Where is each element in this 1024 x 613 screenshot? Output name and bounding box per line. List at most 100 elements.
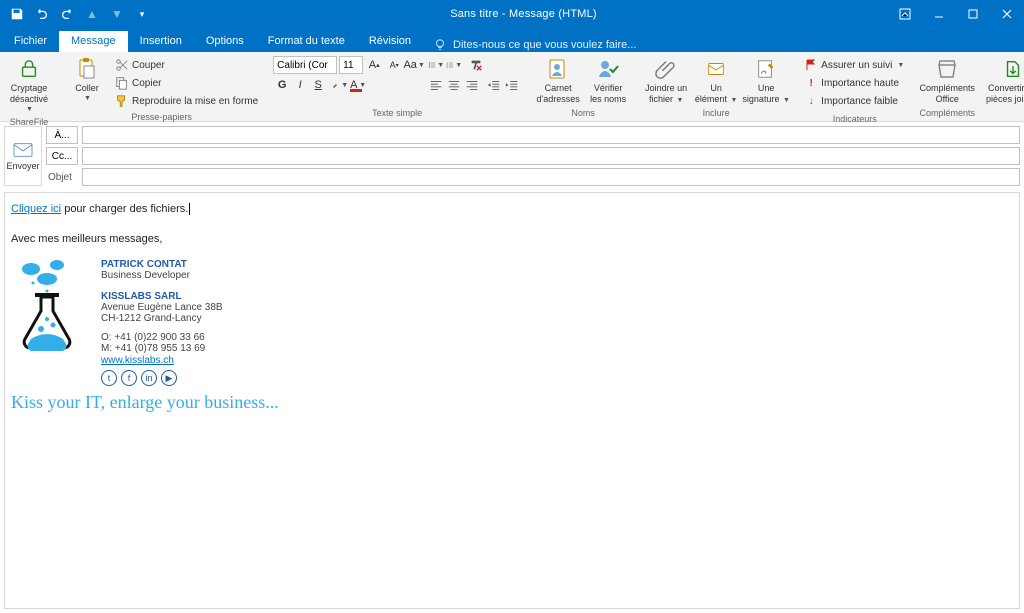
- tell-me-search[interactable]: Dites-nous ce que vous voulez faire...: [423, 38, 646, 52]
- paste-button[interactable]: Coller ▼: [62, 54, 112, 110]
- maximize-icon[interactable]: [956, 0, 990, 28]
- low-importance-button[interactable]: ↓ Importance faible: [803, 92, 906, 110]
- address-book-button[interactable]: Carnet d'adresses: [533, 54, 583, 106]
- attach-item-icon: [701, 56, 731, 82]
- align-center-icon[interactable]: [445, 76, 463, 94]
- tab-options[interactable]: Options: [194, 31, 256, 52]
- facebook-icon[interactable]: f: [121, 370, 137, 386]
- convert-icon: [998, 56, 1024, 82]
- decrease-indent-icon[interactable]: [485, 76, 503, 94]
- upload-line: Cliquez ici pour charger des fichiers.: [11, 203, 1013, 215]
- subject-input[interactable]: [82, 168, 1020, 186]
- ribbon-display-icon[interactable]: [888, 0, 922, 28]
- cc-button[interactable]: Cc...: [46, 147, 78, 165]
- save-icon[interactable]: [6, 3, 28, 25]
- font-size-input[interactable]: [339, 56, 363, 74]
- youtube-icon[interactable]: ▶: [161, 370, 177, 386]
- increase-indent-icon[interactable]: [503, 76, 521, 94]
- paperclip-icon: [651, 56, 681, 82]
- italic-icon[interactable]: I: [291, 76, 309, 94]
- font-name-input[interactable]: [273, 56, 337, 74]
- sig-url-link[interactable]: www.kisslabs.ch: [101, 355, 174, 366]
- tab-insertion[interactable]: Insertion: [128, 31, 194, 52]
- cc-input[interactable]: [82, 147, 1020, 165]
- sig-company: KISSLABS SARL: [101, 291, 223, 302]
- send-button[interactable]: Envoyer: [4, 126, 42, 186]
- next-item-icon[interactable]: ▼: [106, 3, 128, 25]
- align-right-icon[interactable]: [463, 76, 481, 94]
- attach-file-button[interactable]: Joindre un fichier ▼: [641, 54, 691, 106]
- group-label-sharefile1: ShareFile: [0, 115, 58, 130]
- sig-addr2: CH-1212 Grand-Lancy: [101, 313, 223, 324]
- upload-link[interactable]: Cliquez ici: [11, 203, 61, 215]
- group-names: Carnet d'adresses Vérifier les noms Noms: [529, 52, 637, 121]
- qat-customize-icon[interactable]: ▾: [131, 3, 153, 25]
- format-painter-button[interactable]: Reproduire la mise en forme: [112, 92, 261, 110]
- tab-format[interactable]: Format du texte: [256, 31, 357, 52]
- font-color-icon[interactable]: A▼: [349, 76, 367, 94]
- grow-font-icon[interactable]: A▴: [365, 56, 383, 74]
- clear-format-icon[interactable]: [467, 56, 485, 74]
- message-body-editor[interactable]: Cliquez ici pour charger des fichiers. A…: [4, 192, 1020, 609]
- group-include: Joindre un fichier ▼ Un élément ▼ Une si…: [637, 52, 795, 121]
- cut-button[interactable]: Couper: [112, 56, 261, 74]
- check-names-icon: [593, 56, 623, 82]
- sig-addr1: Avenue Eugène Lance 38B: [101, 302, 223, 313]
- high-importance-button[interactable]: ! Importance haute: [803, 74, 906, 92]
- check-names-button[interactable]: Vérifier les noms: [583, 54, 633, 106]
- scissors-icon: [115, 58, 129, 72]
- group-label-sharefile2: ShareFile: [980, 116, 1024, 131]
- tab-review[interactable]: Révision: [357, 31, 423, 52]
- group-label-names: Noms: [529, 106, 637, 121]
- text-cursor: [189, 203, 190, 215]
- convert-attachments-button[interactable]: Convertir les pièces jointes: [984, 54, 1024, 116]
- group-label-include: Inclure: [637, 106, 795, 121]
- to-input[interactable]: [82, 126, 1020, 144]
- redo-icon[interactable]: [56, 3, 78, 25]
- bold-icon[interactable]: G: [273, 76, 291, 94]
- cryptage-button[interactable]: Cryptage désactivé ▼: [4, 54, 54, 115]
- minimize-icon[interactable]: [922, 0, 956, 28]
- signature-button[interactable]: Une signature ▼: [741, 54, 791, 106]
- ribbon: Cryptage désactivé ▼ ShareFile Coller ▼ …: [0, 52, 1024, 122]
- address-book-icon: [543, 56, 573, 82]
- tagline: Kiss your IT, enlarge your business...: [11, 392, 1013, 413]
- numbering-icon[interactable]: 123▼: [445, 56, 463, 74]
- ribbon-tabs: Fichier Message Insertion Options Format…: [0, 28, 1024, 52]
- change-case-icon[interactable]: Aa▼: [405, 56, 423, 74]
- highlight-icon[interactable]: ▼: [331, 76, 349, 94]
- signature-icon: [751, 56, 781, 82]
- group-label-addins: Compléments: [914, 106, 980, 121]
- shrink-font-icon[interactable]: A▾: [385, 56, 403, 74]
- prev-item-icon[interactable]: ▲: [81, 3, 103, 25]
- linkedin-icon[interactable]: in: [141, 370, 157, 386]
- social-row: t f in ▶: [101, 370, 223, 386]
- align-left-icon[interactable]: [427, 76, 445, 94]
- brush-icon: [115, 94, 129, 108]
- group-label-clipboard: Presse-papiers: [58, 110, 265, 125]
- group-sharefile1: Cryptage désactivé ▼ ShareFile: [0, 52, 58, 121]
- undo-icon[interactable]: [31, 3, 53, 25]
- twitter-icon[interactable]: t: [101, 370, 117, 386]
- underline-icon[interactable]: S: [309, 76, 327, 94]
- tab-file[interactable]: Fichier: [2, 31, 59, 52]
- tab-message[interactable]: Message: [59, 31, 128, 52]
- high-importance-icon: !: [805, 78, 817, 89]
- sig-name: PATRICK CONTAT: [101, 259, 223, 270]
- signature-text: PATRICK CONTAT Business Developer KISSLA…: [101, 259, 223, 386]
- office-addins-button[interactable]: Compléments Office: [918, 54, 976, 106]
- attach-item-button[interactable]: Un élément ▼: [691, 54, 741, 106]
- greeting-line: Avec mes meilleurs messages,: [11, 233, 1013, 245]
- envelope-header: Envoyer À... Cc... Objet: [0, 122, 1024, 190]
- sig-phone-o: O: +41 (0)22 900 33 66: [101, 332, 223, 343]
- copy-button[interactable]: Copier: [112, 74, 261, 92]
- store-icon: [932, 56, 962, 82]
- clipboard-icon: [72, 56, 102, 82]
- follow-up-button[interactable]: Assurer un suivi▼: [803, 56, 906, 74]
- group-tags: Assurer un suivi▼ ! Importance haute ↓ I…: [795, 52, 914, 121]
- upload-rest: pour charger des fichiers.: [61, 203, 188, 215]
- close-icon[interactable]: [990, 0, 1024, 28]
- bullets-icon[interactable]: ▼: [427, 56, 445, 74]
- group-sharefile2: Convertir les pièces jointes Joindre des…: [980, 52, 1024, 121]
- logo-flask-icon: [11, 259, 83, 359]
